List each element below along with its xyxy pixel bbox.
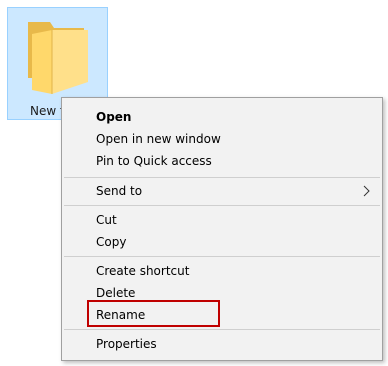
desktop: New fo Open Open in new window Pin to Qu… <box>0 0 388 366</box>
menu-item-properties[interactable]: Properties <box>62 333 382 355</box>
menu-separator <box>64 329 380 330</box>
rename-highlight-box <box>87 300 220 327</box>
menu-item-label: Copy <box>96 235 127 249</box>
menu-item-label: Open in new window <box>96 132 221 146</box>
menu-item-pin-quick-access[interactable]: Pin to Quick access <box>62 150 382 172</box>
menu-item-label: Open <box>96 110 132 124</box>
menu-item-label: Cut <box>96 213 117 227</box>
menu-item-cut[interactable]: Cut <box>62 209 382 231</box>
menu-item-label: Create shortcut <box>96 264 190 278</box>
menu-item-copy[interactable]: Copy <box>62 231 382 253</box>
menu-item-label: Delete <box>96 286 136 300</box>
menu-item-open[interactable]: Open <box>62 106 382 128</box>
folder-icon <box>28 22 88 94</box>
menu-item-label: Send to <box>96 184 143 198</box>
context-menu: Open Open in new window Pin to Quick acc… <box>61 97 383 361</box>
menu-item-open-new-window[interactable]: Open in new window <box>62 128 382 150</box>
menu-item-label: Properties <box>96 337 157 351</box>
menu-separator <box>64 177 380 178</box>
chevron-right-icon <box>363 185 370 197</box>
menu-separator <box>64 205 380 206</box>
menu-item-send-to[interactable]: Send to <box>62 180 382 202</box>
menu-separator <box>64 256 380 257</box>
menu-item-create-shortcut[interactable]: Create shortcut <box>62 260 382 282</box>
menu-item-label: Pin to Quick access <box>96 154 212 168</box>
